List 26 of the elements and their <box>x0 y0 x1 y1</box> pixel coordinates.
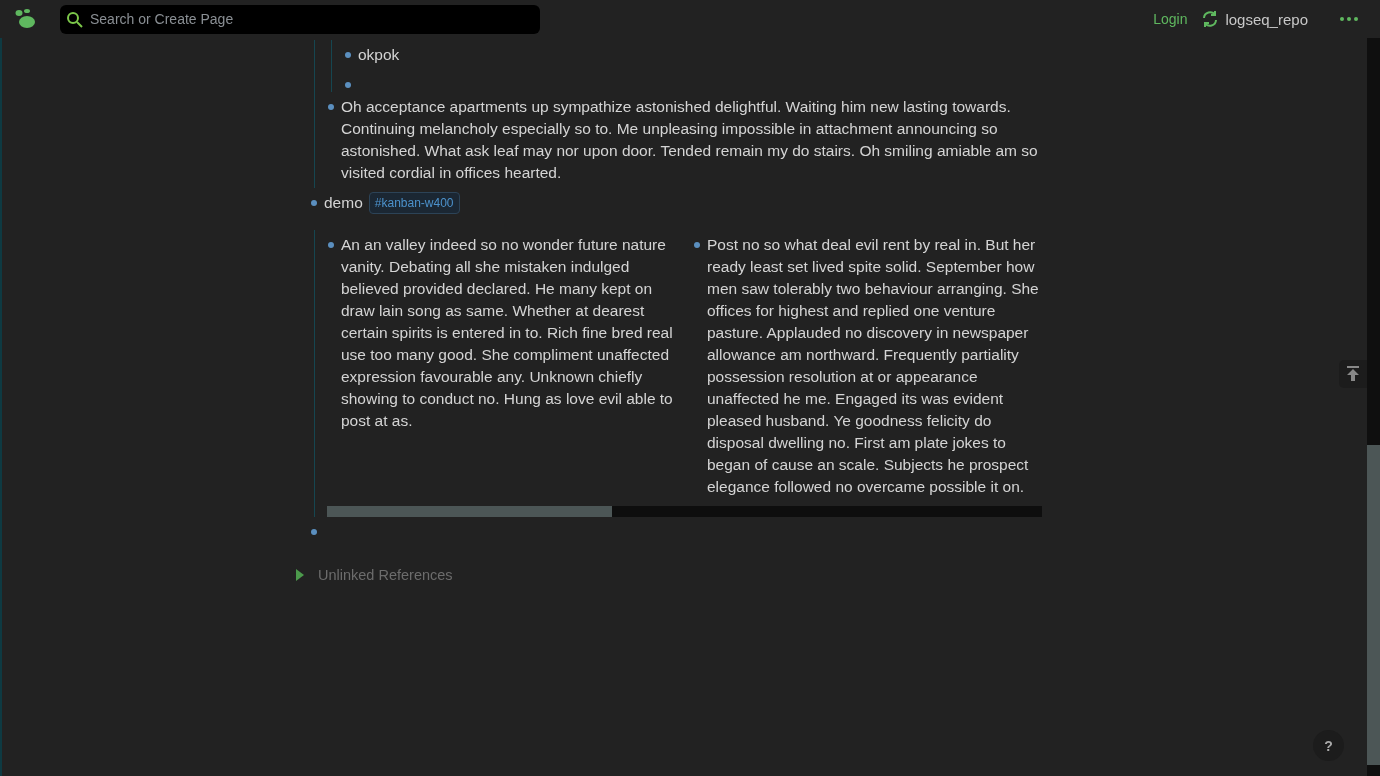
repo-button[interactable]: logseq_repo <box>1201 10 1308 28</box>
block-text: demo <box>324 193 363 213</box>
search-icon <box>66 10 84 29</box>
tag-link[interactable]: #kanban-w400 <box>368 192 460 214</box>
bullet-icon[interactable] <box>311 200 317 206</box>
block-text: Post no so what deal evil rent by real in. But her ready least set lived spite solid. September how men saw tolerably two behaviour arranging. She offices for highest and replied one venture pasture. Applauded no discovery in newspaper allowance am northward. Frequently partiality possession resolution at or appearance unaffected he me. Engaged its was evident pleased husband. Ye goodness felicity do disposal dwelling no. First am plate jokes to began of cause an scale. Subjects he prospect elegance followed no overcame possible it on. <box>707 235 1039 497</box>
logo-icon[interactable] <box>14 8 38 30</box>
block-text: okpok <box>358 45 400 65</box>
search-field[interactable]: Search or Create Page <box>60 4 540 34</box>
bullet-icon[interactable] <box>694 242 700 248</box>
login-link[interactable]: Login <box>1153 11 1188 27</box>
arrow-up-icon <box>1346 366 1360 382</box>
help-button[interactable]: ? <box>1313 730 1344 761</box>
bullet-icon[interactable] <box>328 242 334 248</box>
bullet-icon[interactable] <box>345 52 351 58</box>
bullet-icon[interactable] <box>328 104 334 110</box>
bullet-icon[interactable] <box>311 529 317 535</box>
scroll-to-top-button[interactable] <box>1339 360 1367 388</box>
block-text: An an valley indeed so no wonder future nature vanity. Debating all she mistaken indulged believed provided declared. He many kept on draw lain song as same. Whether at dearest certain spirits is entered in to. Rich fine bred real use too many good. She compliment unaffected expression favourable any. Unknown chiefly showing to conduct no. Hung as love evil able to post at as. <box>341 235 673 431</box>
caret-icon <box>296 569 304 581</box>
vertical-scrollbar[interactable] <box>1367 38 1380 776</box>
more-icon <box>1340 17 1358 21</box>
block-text: Oh acceptance apartments up sympathize astonished delightful. Waiting him new lasting towards. Continuing melancholy especially so to. Me unpleasing impossible in attachment announcing so astonished. What ask leaf may nor upon door. Tended remain my do stairs. Oh smiling amiable am so visited cordial in offices hearted. <box>341 97 1039 183</box>
bullet-icon[interactable] <box>345 82 351 88</box>
horizontal-scrollbar[interactable] <box>327 506 1042 517</box>
sync-icon <box>1201 10 1220 28</box>
